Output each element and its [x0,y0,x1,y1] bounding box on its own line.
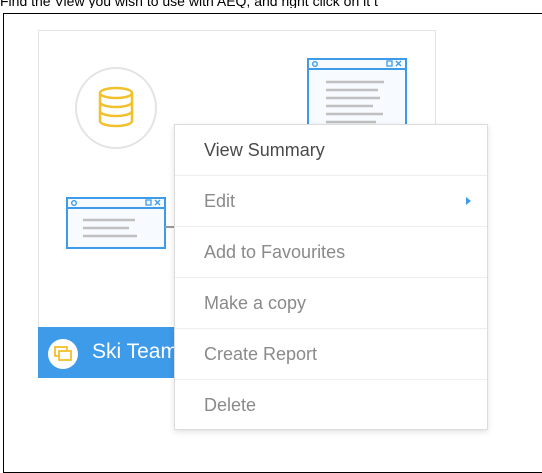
view-title: Ski Team [92,340,178,363]
menu-item-make-a-copy[interactable]: Make a copy [175,278,487,329]
menu-item-add-to-favourites[interactable]: Add to Favourites [175,227,487,278]
menu-item-label: Delete [204,395,257,415]
menu-item-view-summary[interactable]: View Summary [175,125,487,176]
menu-item-label: Create Report [204,344,318,364]
database-icon [98,86,134,128]
context-menu: View Summary Edit Add to Favourites Make… [174,124,488,430]
menu-item-label: Add to Favourites [204,242,346,262]
menu-item-create-report[interactable]: Create Report [175,329,487,380]
chevron-right-icon [466,197,471,205]
view-avatar-icon [54,346,72,361]
menu-item-label: Edit [204,191,236,211]
view-avatar [48,339,78,369]
menu-item-delete[interactable]: Delete [175,380,487,431]
view-window-icon [307,58,407,133]
view-window-icon [66,197,166,249]
instruction-text: Find the View you wish to use with AEQ, … [0,0,378,8]
database-node[interactable] [75,67,157,149]
menu-item-label: Make a copy [204,293,307,313]
menu-item-edit[interactable]: Edit [175,176,487,227]
menu-item-label: View Summary [204,140,325,160]
